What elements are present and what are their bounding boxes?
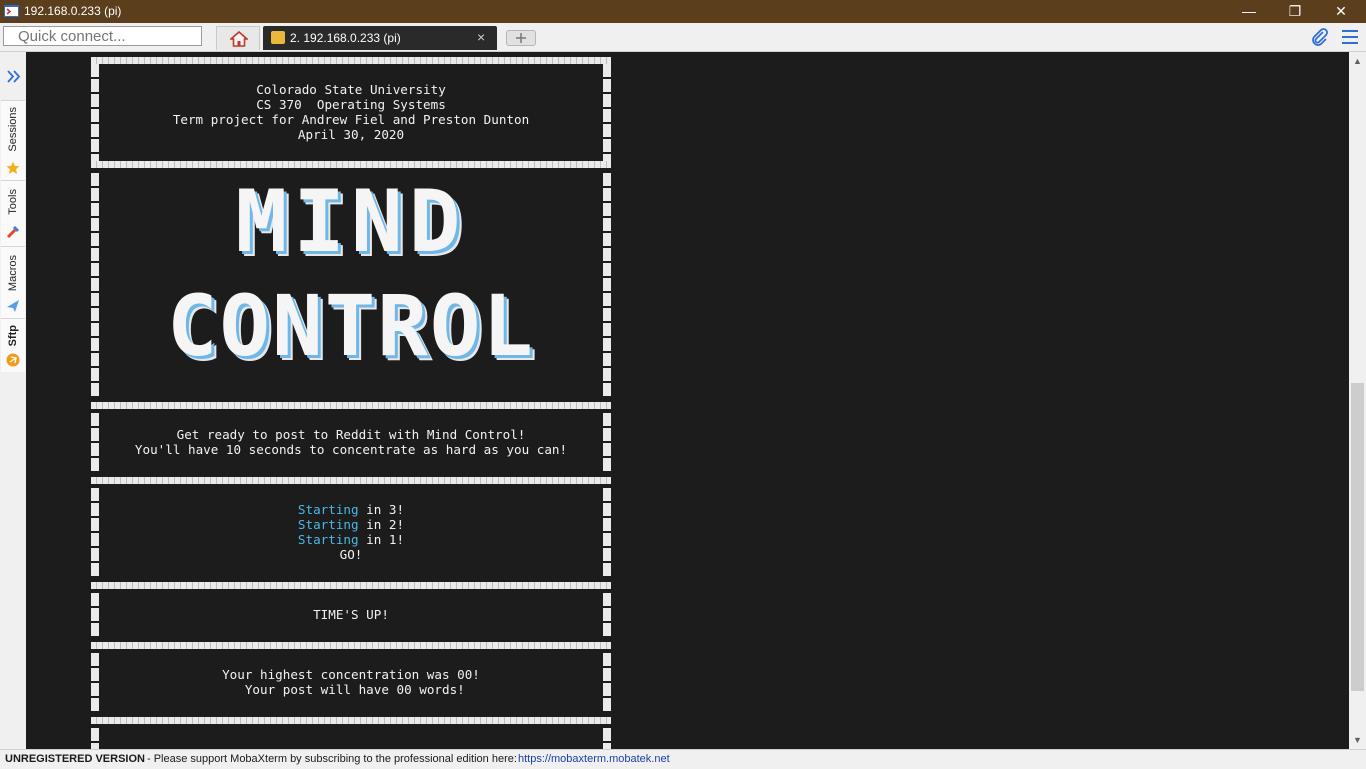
session-tab[interactable]: 2. 192.168.0.233 (pi) × [263, 26, 497, 50]
countdown-word: Starting [297, 502, 359, 517]
countdown-number: in 2! [358, 517, 405, 532]
scroll-down-icon[interactable]: ▼ [1353, 735, 1362, 745]
countdown-line: Starting in 1! [99, 532, 603, 547]
sftp-icon [6, 353, 20, 367]
box-border [91, 413, 99, 472]
header-line: Colorado State University [256, 82, 446, 97]
new-tab-icon [516, 33, 526, 43]
box-border [603, 728, 611, 749]
go-line: GO! [339, 547, 363, 562]
home-tab[interactable] [216, 26, 260, 50]
ascii-art-control: CONTROL [99, 278, 603, 374]
sidebar-tab-sessions[interactable]: Sessions [1, 100, 25, 180]
quick-connect-input[interactable] [3, 26, 202, 46]
side-panel: Sessions Tools Macros Sftp [0, 52, 26, 749]
edition-label: UNREGISTERED VERSION [5, 753, 145, 765]
box-border [603, 488, 611, 577]
terminal-scrollbar[interactable]: ▲ ▼ [1349, 52, 1366, 749]
restore-button[interactable]: ❐ [1272, 0, 1318, 23]
box-border [91, 642, 611, 649]
box-border [91, 717, 611, 724]
new-tab-button[interactable] [506, 30, 536, 46]
status-bar: UNREGISTERED VERSION - Please support Mo… [0, 749, 1366, 769]
sidebar-tab-label: Macros [7, 255, 19, 292]
sidebar-tab-tools[interactable]: Tools [1, 180, 25, 246]
box-border [91, 173, 99, 398]
sidebar-tab-label: Tools [7, 189, 19, 215]
header-line: Term project for Andrew Fiel and Preston… [172, 112, 530, 127]
box-border [91, 161, 611, 168]
box-border [91, 477, 611, 484]
scroll-up-icon[interactable]: ▲ [1353, 56, 1362, 66]
box-border [91, 653, 99, 712]
countdown-number: in 1! [358, 532, 405, 547]
window-title: 192.168.0.233 (pi) [24, 4, 122, 18]
close-button[interactable]: ✕ [1318, 0, 1364, 23]
box-border [603, 173, 611, 398]
result-line: Your post will have 00 words! [237, 682, 465, 697]
box-border [603, 413, 611, 472]
box-border [91, 488, 99, 577]
header-line: April 30, 2020 [297, 127, 405, 142]
session-tab-label: 2. 192.168.0.233 (pi) [290, 31, 401, 45]
terminal-view[interactable]: Colorado State University CS 370 Operati… [26, 52, 1349, 749]
countdown-number: in 3! [358, 502, 405, 517]
sidebar-tab-label: Sessions [7, 107, 19, 152]
result-line: Your highest concentration was 00! [222, 667, 480, 682]
subscribe-link[interactable]: https://mobaxterm.mobatek.net [518, 750, 670, 768]
sidebar-tab-label: Sftp [7, 325, 19, 347]
intro-line: Get ready to post to Reddit with Mind Co… [176, 427, 526, 442]
home-icon [230, 30, 248, 47]
expand-sidebar-icon[interactable] [5, 68, 22, 85]
box-border [91, 593, 99, 637]
hamburger-icon[interactable] [1340, 28, 1360, 46]
paperclip-icon[interactable] [1310, 27, 1330, 47]
box-border [91, 64, 99, 161]
title-bar: 192.168.0.233 (pi) — ❐ ✕ [0, 0, 1366, 23]
toolbar: 2. 192.168.0.233 (pi) × [0, 23, 1366, 52]
sidebar-tab-sftp[interactable]: Sftp [1, 318, 25, 372]
paper-plane-icon [7, 300, 19, 312]
ascii-art-mind: MIND [99, 174, 603, 270]
box-border [603, 653, 611, 712]
box-border [603, 593, 611, 637]
support-message: - Please support MobaXterm by subscribin… [147, 753, 517, 765]
intro-line: You'll have 10 seconds to concentrate as… [134, 442, 568, 457]
box-border [91, 582, 611, 589]
box-border [603, 64, 611, 161]
close-tab-icon[interactable]: × [477, 29, 485, 45]
countdown-line: Starting in 3! [99, 502, 603, 517]
times-up-line: TIME'S UP! [313, 607, 389, 622]
minimize-button[interactable]: — [1226, 0, 1272, 23]
box-border [91, 402, 611, 409]
countdown-line: Starting in 2! [99, 517, 603, 532]
ascii-art-text: MIND [235, 172, 467, 272]
scrollbar-thumb[interactable] [1351, 383, 1364, 691]
header-line: CS 370 Operating Systems [256, 97, 446, 112]
box-border [91, 728, 99, 749]
ssh-session-icon [271, 31, 285, 44]
star-icon [6, 161, 20, 174]
tools-icon [6, 225, 20, 239]
box-border [91, 57, 611, 64]
sidebar-tab-macros[interactable]: Macros [1, 246, 25, 318]
countdown-word: Starting [297, 517, 359, 532]
countdown-word: Starting [297, 532, 359, 547]
app-icon [4, 5, 19, 17]
ascii-art-text: CONTROL [166, 277, 535, 375]
